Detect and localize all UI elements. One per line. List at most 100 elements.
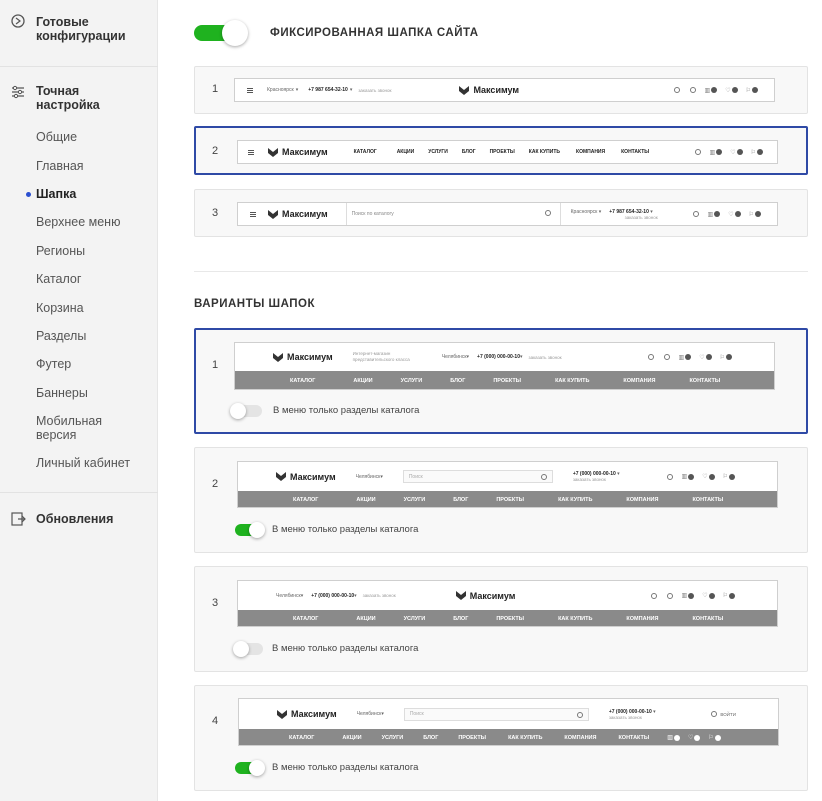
logo-icon [273,352,283,362]
fixed-header-title: ФИКСИРОВАННАЯ ШАПКА САЙТА [270,27,479,39]
sidebar-item-header[interactable]: Шапка [36,187,76,201]
nav-item: КОНТАКТЫ [621,149,650,155]
sidebar: Готовые конфигурации Точная настройка Об… [0,0,158,801]
user-icon [689,87,696,93]
callback-link: заказать звонок [624,214,658,220]
fixed-header-variant-2[interactable]: 2 Максимум КАТАЛОГ АКЦИИ УСЛУГИ БЛОГ ПРО… [194,126,808,175]
header-preview: Челябинск ▾ +7 (000) 000-00-10 ▾ заказат… [237,580,778,627]
catalog-only-toggle[interactable] [235,522,265,538]
logo-icon [277,709,287,719]
nav-item: КАК КУПИТЬ [528,149,561,155]
header-variant-4[interactable]: 4 Максимум Челябинск ▾ Поиск +7 (000) 00… [194,685,808,791]
sidebar-item-top-menu[interactable]: Верхнее меню [36,215,120,229]
logo: Максимум [277,709,337,719]
user-icon [692,211,699,217]
sidebar-item-regions[interactable]: Регионы [36,244,85,258]
nav-item: БЛОГ [461,149,476,155]
search-icon [647,354,654,360]
sidebar-item-banners[interactable]: Баннеры [36,386,88,400]
compare-icon: ▥ [709,149,716,156]
cart-icon: ⚐ [708,735,714,741]
nav-item: ПРОЕКТЫ [493,377,522,384]
header-preview: Максимум Челябинск ▾ Поиск +7 (000) 000-… [238,698,779,746]
sidebar-section-fine-tuning[interactable]: Точная настройка [0,66,158,116]
nav-item: АКЦИИ [353,377,373,384]
heart-icon: ♡ [702,474,708,480]
logo: Максимум [268,209,328,219]
fixed-header-variant-1[interactable]: 1 Красноярск ▾ +7 987 654-32-10 ▾ заказать… [194,66,808,114]
fixed-header-toggle[interactable] [194,20,248,46]
nav-item: КОМПАНИЯ [626,615,659,622]
nav-item: КОМПАНИЯ [564,734,597,741]
catalog-only-toggle[interactable] [235,760,265,776]
sidebar-item-updates[interactable]: Обновления [0,493,158,543]
heart-icon: ♡ [687,735,694,741]
catalog-only-label: В меню только разделы каталога [272,524,419,535]
heart-icon: ♡ [730,149,736,156]
compare-icon: ▥ [681,474,688,480]
nav-item: КАК КУПИТЬ [558,615,593,622]
user-icon [666,473,673,480]
sidebar-item-mobile[interactable]: Мобильная версия [36,414,102,442]
header-variant-1[interactable]: 1 Максимум Интернет-магазин представител… [194,328,808,434]
catalog-only-toggle[interactable] [233,641,263,657]
nav-item: УСЛУГИ [428,149,448,155]
sidebar-item-general[interactable]: Общие [36,130,77,144]
sidebar-item-cart[interactable]: Корзина [36,301,84,315]
compare-icon: ▥ [667,735,673,741]
header-variant-3[interactable]: 3 Челябинск ▾ +7 (000) 000-00-10 ▾ заказ… [194,566,808,672]
user-icon [666,592,673,599]
menu-icon [248,149,254,155]
search-icon [673,87,680,93]
header-variant-2[interactable]: 2 Максимум Челябинск ▾ Поиск +7 (000) 00… [194,447,808,553]
user-icon [663,354,670,360]
sidebar-ready-configs-label: Готовые конфигурации [36,15,126,43]
header-preview: Максимум КАТАЛОГ АКЦИИ УСЛУГИ БЛОГ ПРОЕК… [237,140,778,164]
nav-item: КАТАЛОГ [353,149,377,155]
sidebar-item-catalog[interactable]: Каталог [36,272,81,286]
toggle-knob [249,760,265,776]
logo-icon [268,209,278,219]
cart-icon: ⚐ [722,474,728,480]
nav-item: ПРОЕКТЫ [496,615,525,622]
catalog-only-toggle[interactable] [230,403,262,419]
logo-icon [459,85,470,95]
toggle-knob [230,403,246,419]
variant-number: 2 [212,478,219,490]
active-indicator-dot [26,192,31,197]
nav-item: КОМПАНИЯ [626,496,659,503]
variant-number: 1 [212,359,219,371]
nav-item: БЛОГ [453,615,469,622]
updates-icon [11,512,26,526]
callback-link: заказать звонок [608,714,642,720]
sidebar-item-main[interactable]: Главная [36,159,84,173]
nav-item: КАК КУПИТЬ [555,377,590,384]
nav-item: КОНТАКТЫ [618,734,650,741]
variant-number: 3 [212,207,219,219]
sidebar-item-ready-configs[interactable]: Готовые конфигурации [0,0,158,66]
nav-item: УСЛУГИ [400,377,423,384]
heart-icon: ♡ [725,87,731,94]
nav-item: КАТАЛОГ [290,377,316,384]
nav-item: ПРОЕКТЫ [489,149,515,155]
sidebar-item-sections[interactable]: Разделы [36,329,86,343]
catalog-only-label: В меню только разделы каталога [272,762,419,773]
nav-item: УСЛУГИ [403,615,426,622]
main-content: ФИКСИРОВАННАЯ ШАПКА САЙТА 1 Красноярск ▾ … [158,0,822,801]
search-input: Поиск по каталогу [345,203,561,225]
sidebar-item-footer[interactable]: Футер [36,357,71,371]
nav-item: БЛОГ [450,377,466,384]
header-variants-title: ВАРИАНТЫ ШАПОК [194,298,316,310]
header-preview: Максимум Челябинск ▾ Поиск +7 (000) 000-… [237,461,778,508]
nav-bar: КАТАЛОГ АКЦИИ УСЛУГИ БЛОГ ПРОЕКТЫ КАК КУ… [235,371,774,389]
sidebar-item-account[interactable]: Личный кабинет [36,456,130,470]
config-icon [11,14,25,28]
cart-icon: ⚐ [719,354,725,361]
search-input: Поиск [402,470,553,483]
callback-link: заказать звонок [528,354,562,360]
fixed-header-variant-3[interactable]: 3 Максимум Поиск по каталогу Красноярск … [194,189,808,237]
nav-item: КАК КУПИТЬ [508,734,543,741]
header-preview: Красноярск ▾ +7 987 654-32-10 ▾ заказать з… [234,78,775,102]
compare-icon: ▥ [681,593,688,599]
sliders-icon [12,85,24,99]
